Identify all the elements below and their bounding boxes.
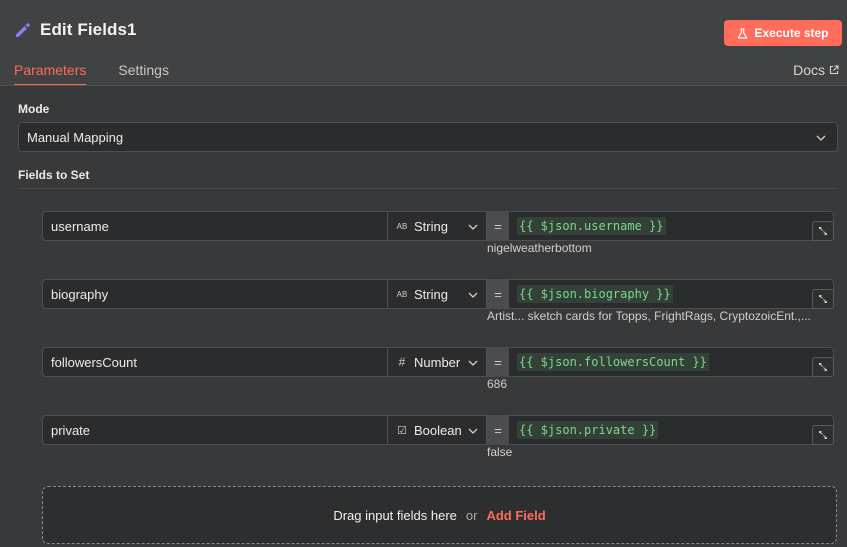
field-value-preview: nigelweatherbottom (487, 241, 592, 255)
node-header: Edit Fields1 Execute step Parameters Set… (0, 0, 847, 86)
tab-bar: Parameters Settings (0, 56, 187, 86)
field-value-expression[interactable]: {{ $json.followersCount }} (509, 347, 834, 377)
open-expression-editor-button[interactable] (812, 425, 834, 445)
expression-text: {{ $json.biography }} (517, 285, 673, 303)
external-link-icon (829, 65, 839, 75)
field-type-value: String (414, 286, 448, 302)
field-type-select[interactable]: ☑ Boolean (388, 415, 487, 445)
docs-label: Docs (793, 62, 825, 78)
field-type-select[interactable]: AB String (388, 279, 487, 309)
expression-text: {{ $json.followersCount }} (517, 353, 709, 371)
boolean-type-icon: ☑ (397, 424, 407, 437)
field-value-preview: Artist... sketch cards for Topps, Fright… (487, 309, 811, 323)
number-type-icon: # (398, 355, 406, 369)
flask-icon (738, 27, 748, 39)
field-row: username AB String = {{ $json.username }… (42, 211, 834, 241)
field-value-expression[interactable]: {{ $json.private }} (509, 415, 834, 445)
field-value-preview: 686 (487, 377, 508, 391)
field-name-input[interactable]: followersCount (42, 347, 388, 377)
fields-to-set-label: Fields to Set (18, 168, 90, 182)
dropzone-text: Drag input fields here (333, 507, 457, 523)
field-dropzone[interactable]: Drag input fields here or Add Field (42, 486, 837, 544)
mode-value: Manual Mapping (27, 129, 124, 145)
equals-icon: = (487, 279, 509, 309)
equals-icon: = (487, 347, 509, 377)
field-type-select[interactable]: AB String (388, 211, 487, 241)
field-name-input[interactable]: biography (42, 279, 388, 309)
field-type-value: String (414, 218, 448, 234)
chevron-down-icon (468, 292, 478, 298)
string-type-icon: AB (396, 289, 408, 299)
equals-icon: = (487, 211, 509, 241)
string-type-icon: AB (396, 221, 408, 231)
pencil-icon (16, 23, 30, 37)
dropzone-or: or (465, 507, 478, 523)
field-name-input[interactable]: username (42, 211, 388, 241)
field-value-expression[interactable]: {{ $json.username }} (509, 211, 834, 241)
field-row: followersCount # Number = {{ $json.follo… (42, 347, 834, 377)
chevron-down-icon (468, 428, 478, 434)
equals-icon: = (487, 415, 509, 445)
field-type-value: Number (414, 354, 461, 370)
execute-step-label: Execute step (754, 26, 829, 40)
field-type-select[interactable]: # Number (388, 347, 487, 377)
expression-text: {{ $json.private }} (517, 421, 659, 439)
docs-link[interactable]: Docs (793, 62, 839, 78)
chevron-down-icon (468, 224, 478, 230)
open-expression-editor-button[interactable] (812, 357, 834, 377)
open-expression-editor-button[interactable] (812, 221, 834, 241)
execute-step-button[interactable]: Execute step (724, 20, 842, 46)
node-title[interactable]: Edit Fields1 (40, 20, 137, 40)
open-expression-editor-button[interactable] (812, 289, 834, 309)
chevron-down-icon (816, 135, 826, 141)
field-value-preview: false (487, 445, 513, 459)
field-row: private ☑ Boolean = {{ $json.private }} (42, 415, 834, 445)
add-field-link[interactable]: Add Field (486, 508, 545, 523)
expand-icon (819, 431, 827, 439)
title-wrap: Edit Fields1 (14, 20, 137, 40)
field-name-input[interactable]: private (42, 415, 388, 445)
mode-select[interactable]: Manual Mapping (18, 122, 838, 152)
tab-parameters[interactable]: Parameters (14, 56, 87, 86)
expression-text: {{ $json.username }} (517, 217, 666, 235)
field-type-value: Boolean (414, 422, 462, 438)
expand-icon (819, 227, 827, 235)
field-value-expression[interactable]: {{ $json.biography }} (509, 279, 834, 309)
expand-icon (819, 363, 827, 371)
section-divider (18, 188, 838, 189)
mode-label: Mode (18, 102, 50, 116)
field-row: biography AB String = {{ $json.biography… (42, 279, 834, 309)
chevron-down-icon (468, 360, 478, 366)
tab-settings[interactable]: Settings (118, 56, 169, 86)
expand-icon (819, 295, 827, 303)
